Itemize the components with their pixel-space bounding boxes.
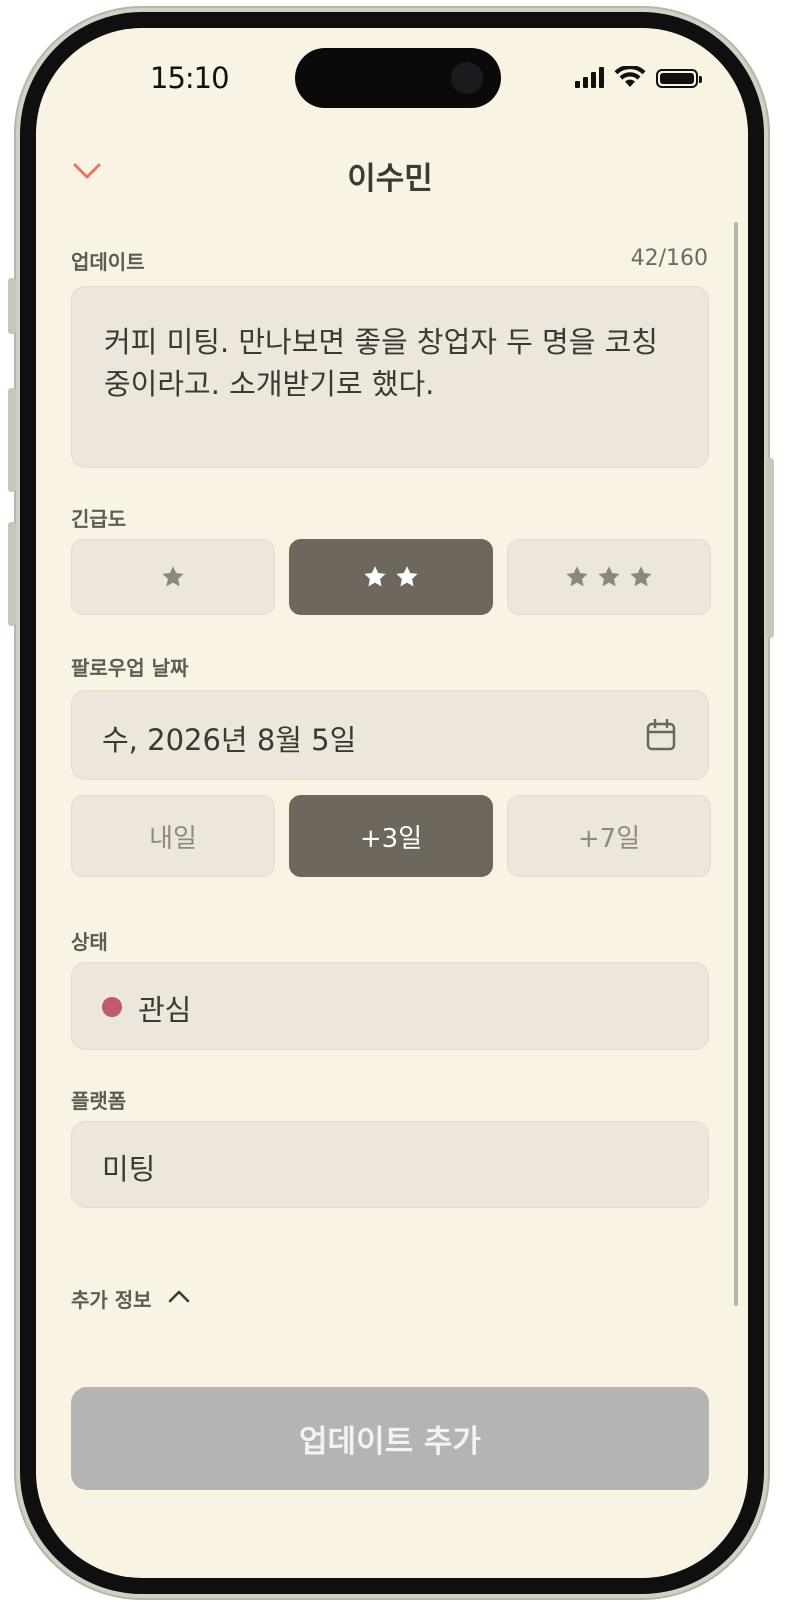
dynamic-island — [295, 48, 501, 108]
add-update-button[interactable]: 업데이트 추가 — [71, 1387, 709, 1490]
status-icons — [575, 64, 702, 88]
quick-date-plus-7[interactable]: +7일 — [507, 795, 711, 877]
wifi-icon — [614, 66, 646, 87]
update-textarea[interactable]: 커피 미팅. 만나보면 좋을 창업자 두 명을 코칭 중이라고. 소개받기로 했… — [71, 286, 709, 468]
star-icon — [598, 566, 620, 587]
status-value: 관심 — [138, 993, 192, 1027]
chevron-up-icon[interactable] — [168, 1288, 190, 1304]
quick-date-tomorrow[interactable]: 내일 — [71, 795, 275, 877]
star-icon — [396, 566, 418, 587]
status-color-dot — [102, 997, 122, 1017]
star-icon — [162, 566, 184, 587]
platform-label: 플랫폼 — [71, 1089, 127, 1113]
volume-up-button — [8, 388, 16, 492]
followup-label: 팔로우업 날짜 — [71, 656, 189, 680]
quick-date-plus-3[interactable]: +3일 — [289, 795, 493, 877]
status-time: 15:10 — [150, 61, 230, 95]
page-title: 이수민 — [347, 161, 433, 197]
urgency-option-2-stars[interactable] — [289, 539, 493, 615]
star-icon — [364, 566, 386, 587]
platform-select[interactable]: 미팅 — [71, 1121, 709, 1208]
urgency-label: 긴급도 — [71, 507, 127, 531]
add-update-label: 업데이트 추가 — [299, 1424, 481, 1460]
status-select[interactable]: 관심 — [71, 962, 709, 1050]
update-text: 커피 미팅. 만나보면 좋을 창업자 두 명을 코칭 중이라고. 소개받기로 했… — [104, 325, 658, 401]
camera-icon — [451, 62, 483, 94]
update-label: 업데이트 — [71, 250, 145, 274]
quick-date-label: +7일 — [577, 823, 641, 854]
battery-icon — [656, 69, 702, 88]
power-button — [766, 458, 774, 638]
star-icon — [566, 566, 588, 587]
quick-date-label: +3일 — [359, 823, 423, 854]
status-label: 상태 — [71, 930, 108, 954]
calendar-icon[interactable] — [646, 719, 676, 751]
action-button — [8, 278, 16, 334]
extra-info-toggle[interactable]: 추가 정보 — [71, 1284, 152, 1313]
followup-date-field[interactable]: 수, 2026년 8월 5일 — [71, 690, 709, 780]
quick-date-label: 내일 — [149, 823, 197, 854]
character-counter: 42/160 — [630, 246, 708, 271]
scrollbar[interactable] — [734, 222, 738, 1306]
platform-value: 미팅 — [102, 1152, 156, 1186]
urgency-option-1-star[interactable] — [71, 539, 275, 615]
star-icon — [630, 566, 652, 587]
urgency-option-3-stars[interactable] — [507, 539, 711, 615]
volume-down-button — [8, 522, 16, 626]
followup-date-value: 수, 2026년 8월 5일 — [102, 723, 357, 757]
cellular-signal-icon — [575, 66, 604, 88]
